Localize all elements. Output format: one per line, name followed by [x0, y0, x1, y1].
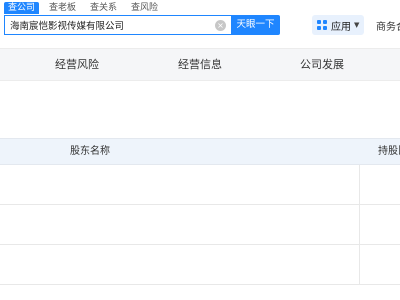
table-header: 股东名称 持股比: [0, 138, 400, 165]
business-link[interactable]: 商务合: [376, 18, 400, 33]
tab-business-info[interactable]: 经营信息: [178, 49, 222, 81]
table-row: [0, 165, 400, 205]
top-bar: 查公司 查老板 查关系 查风险 × 天眼一下 应用 ▼ 商务合: [0, 0, 400, 49]
search-button[interactable]: 天眼一下: [231, 15, 280, 35]
clear-icon[interactable]: ×: [215, 20, 226, 31]
search-input[interactable]: [5, 16, 205, 34]
tab-risk[interactable]: 查风险: [127, 2, 162, 14]
search-box: ×: [4, 15, 232, 35]
tab-business-risk[interactable]: 经营风险: [55, 49, 99, 81]
section-nav: 经营风险 经营信息 公司发展: [0, 49, 400, 81]
search-type-tabs: 查公司 查老板 查关系 查风险: [4, 2, 168, 14]
column-divider: [359, 245, 360, 284]
tab-relation[interactable]: 查关系: [86, 2, 121, 14]
table-row: [0, 245, 400, 285]
column-header-shareholder-name: 股东名称: [70, 146, 110, 157]
grid-icon: [317, 20, 327, 30]
column-header-share-ratio: 持股比: [378, 146, 400, 157]
caret-down-icon: ▼: [354, 21, 360, 29]
apps-label: 应用: [331, 21, 351, 33]
apps-menu-button[interactable]: 应用 ▼: [312, 15, 364, 35]
column-divider: [359, 165, 360, 204]
tab-company-development[interactable]: 公司发展: [300, 49, 344, 81]
shareholder-table: 股东名称 持股比: [0, 138, 400, 285]
tab-boss[interactable]: 查老板: [45, 2, 80, 14]
column-divider: [359, 205, 360, 244]
table-row: [0, 205, 400, 245]
tab-company[interactable]: 查公司: [4, 2, 40, 14]
